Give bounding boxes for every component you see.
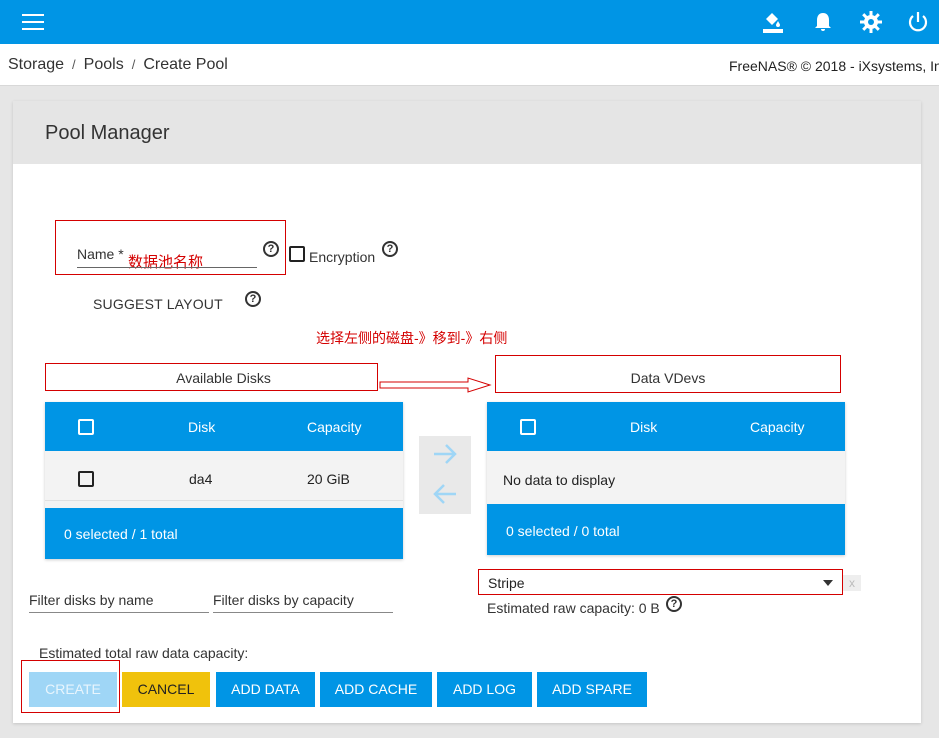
name-annotation: 数据池名称	[128, 254, 204, 271]
available-disks-table: Disk Capacity da4 20 GiB 0 selected / 1 …	[45, 402, 403, 559]
selection-count: 0 selected / 0 total	[506, 523, 620, 539]
encryption-checkbox[interactable]	[289, 246, 305, 262]
row-checkbox[interactable]	[78, 471, 94, 487]
hamburger-menu-icon[interactable]	[22, 14, 44, 30]
name-input[interactable]	[77, 267, 257, 268]
column-header-disk[interactable]: Disk	[188, 419, 215, 435]
annotation-arrow	[379, 377, 492, 393]
add-data-button[interactable]: ADD DATA	[216, 672, 315, 707]
breadcrumb-bar: Storage / Pools / Create Pool FreeNAS® © 201…	[0, 44, 939, 86]
breadcrumb: Storage / Pools / Create Pool	[8, 56, 228, 74]
name-field-label: Name *	[77, 246, 124, 262]
disk-name: da4	[189, 471, 213, 487]
move-disk-annotation: 选择左侧的磁盘-》移到-》右侧	[316, 330, 508, 346]
breadcrumb-storage[interactable]: Storage	[8, 56, 64, 73]
encryption-label: Encryption	[309, 249, 376, 265]
add-spare-button[interactable]: ADD SPARE	[537, 672, 647, 707]
vdev-type-select[interactable]: Stripe	[488, 575, 525, 591]
raw-capacity-help-icon[interactable]: ?	[666, 596, 682, 612]
top-bar	[0, 0, 939, 44]
page-title: Pool Manager	[45, 122, 170, 144]
name-help-icon[interactable]: ?	[263, 241, 279, 257]
encryption-help-icon[interactable]: ?	[382, 241, 398, 257]
filter-name-underline	[29, 612, 209, 613]
column-header-capacity[interactable]: Capacity	[750, 419, 804, 435]
suggest-layout-help-icon[interactable]: ?	[245, 291, 261, 307]
power-icon[interactable]	[906, 10, 930, 34]
move-left-arrow-icon[interactable]	[432, 482, 458, 506]
vdev-type-highlight-box	[478, 569, 843, 595]
breadcrumb-separator: /	[72, 57, 76, 72]
available-disks-title: Available Disks	[176, 370, 271, 386]
column-header-disk[interactable]: Disk	[630, 419, 657, 435]
create-button[interactable]: CREATE	[29, 672, 117, 707]
estimated-raw-capacity: Estimated raw capacity: 0 B	[487, 600, 660, 616]
table-header: Disk Capacity	[487, 402, 845, 451]
table-header: Disk Capacity	[45, 402, 403, 451]
table-footer: 0 selected / 1 total	[45, 508, 403, 559]
bell-icon[interactable]	[811, 10, 835, 34]
theme-bucket-icon[interactable]	[761, 10, 785, 34]
gear-icon[interactable]	[859, 10, 883, 34]
breadcrumb-create-pool: Create Pool	[143, 56, 228, 73]
add-log-button[interactable]: ADD LOG	[437, 672, 532, 707]
data-vdevs-title: Data VDevs	[630, 370, 706, 386]
suggest-layout-button[interactable]: SUGGEST LAYOUT	[93, 296, 223, 312]
remove-vdev-button[interactable]: x	[843, 575, 861, 591]
add-cache-button[interactable]: ADD CACHE	[320, 672, 432, 707]
selection-count: 0 selected / 1 total	[64, 526, 178, 542]
table-footer: 0 selected / 0 total	[487, 504, 845, 555]
move-arrows-panel	[419, 436, 471, 514]
data-vdevs-table: Disk Capacity No data to display 0 selec…	[487, 402, 845, 555]
breadcrumb-separator: /	[131, 57, 136, 72]
move-right-arrow-icon[interactable]	[432, 442, 458, 466]
cancel-button[interactable]: CANCEL	[122, 672, 210, 707]
filter-by-name-input[interactable]: Filter disks by name	[29, 592, 153, 608]
select-all-checkbox[interactable]	[520, 419, 536, 435]
breadcrumb-pools[interactable]: Pools	[84, 56, 124, 73]
copyright-text: FreeNAS® © 2018 - iXsystems, In	[729, 58, 939, 74]
card-header: Pool Manager	[13, 101, 921, 164]
disk-capacity: 20 GiB	[307, 471, 350, 487]
chevron-down-icon[interactable]	[823, 580, 833, 586]
empty-message: No data to display	[503, 472, 616, 488]
filter-capacity-underline	[213, 612, 393, 613]
table-row[interactable]: da4 20 GiB	[45, 452, 403, 501]
estimated-total-capacity: Estimated total raw data capacity:	[39, 645, 249, 661]
column-header-capacity[interactable]: Capacity	[307, 419, 361, 435]
filter-by-capacity-input[interactable]: Filter disks by capacity	[213, 592, 354, 608]
select-all-checkbox[interactable]	[78, 419, 94, 435]
